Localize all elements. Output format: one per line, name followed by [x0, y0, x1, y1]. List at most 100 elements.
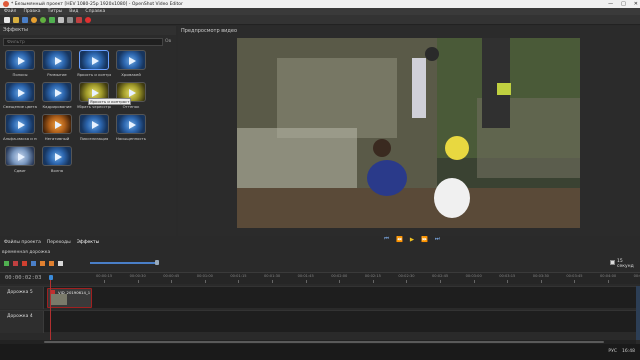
track-name: Дорожка 5	[7, 290, 33, 295]
menu-help[interactable]: Справка	[85, 9, 105, 14]
effect-tile[interactable]: Смещение цвета	[3, 82, 37, 112]
ruler-tick-mark	[406, 280, 408, 283]
export-video-icon[interactable]	[76, 16, 82, 23]
effect-tile[interactable]: Альфа-маска и переходы	[3, 114, 37, 144]
record-icon[interactable]	[85, 16, 91, 23]
ruler-tick-label: 00:03:45	[566, 274, 583, 278]
title-bar: * Безымянный проект [HEV 1080-25р 1920x1…	[0, 0, 640, 8]
bottom-tabs: Файлы проекта Переходы Эффекты	[0, 237, 176, 247]
filter-clear-button[interactable]: Ов	[165, 39, 171, 44]
next-marker-icon[interactable]	[49, 260, 54, 266]
track-row[interactable]: Дорожка 5	[0, 286, 636, 309]
save-project-icon[interactable]	[22, 16, 28, 23]
maximize-button[interactable]: □	[621, 0, 626, 8]
ruler-tick-mark	[238, 280, 240, 283]
effect-tile[interactable]: Насыщенность	[114, 114, 148, 144]
ruler-tick-label: 00:03:15	[499, 274, 516, 278]
effect-thumbnail	[79, 114, 109, 134]
ruler-tick-mark	[507, 280, 509, 283]
scrollbar-thumb[interactable]	[44, 341, 604, 343]
ruler-tick-label: 00:03:00	[465, 274, 482, 278]
track-header[interactable]: Дорожка 4	[0, 311, 44, 333]
minimize-button[interactable]: —	[608, 0, 613, 8]
profile-icon[interactable]	[58, 16, 64, 23]
timeline-vertical-scrollbar[interactable]	[636, 286, 640, 340]
play-icon[interactable]: ▶	[410, 237, 414, 243]
effects-panel-title: Эффекты	[0, 26, 176, 35]
effect-label: Яркость и контраст	[77, 72, 111, 77]
effect-thumbnail	[5, 114, 35, 134]
jump-end-icon[interactable]: ⏭	[435, 236, 440, 243]
playback-controls: ⏮ ⏪ ▶ ⏩ ⏭	[384, 236, 440, 243]
language-indicator[interactable]: РУС	[608, 349, 617, 354]
effect-tile[interactable]: Кадрирование	[40, 82, 74, 112]
ruler-tick-mark	[339, 280, 341, 283]
ruler-tick-mark	[137, 280, 139, 283]
tab-project-files[interactable]: Файлы проекта	[4, 240, 41, 245]
razor-icon[interactable]	[22, 260, 27, 266]
track-row[interactable]: Дорожка 4	[0, 310, 636, 333]
menu-edit[interactable]: Правка	[23, 9, 40, 14]
ruler-tick-label: 00:01:45	[297, 274, 314, 278]
effect-tile[interactable]: Волна	[40, 146, 74, 176]
effect-tile[interactable]: Размытие	[40, 50, 74, 80]
effect-label: Негативный	[44, 136, 70, 141]
zoom-slider[interactable]	[90, 262, 158, 264]
fast-forward-icon[interactable]: ⏩	[421, 237, 428, 243]
effect-tile[interactable]: Хромакей	[114, 50, 148, 80]
import-files-icon[interactable]	[49, 16, 55, 23]
effect-label: Хромакей	[121, 72, 141, 77]
menu-titles[interactable]: Титры	[48, 9, 63, 14]
zoom-checkbox[interactable]	[610, 260, 615, 265]
center-timeline-icon[interactable]	[58, 260, 63, 266]
ruler-tick-label: 00:02:15	[364, 274, 381, 278]
tab-transitions[interactable]: Переходы	[47, 240, 71, 245]
ruler-tick-label: 00:02:45	[432, 274, 449, 278]
effect-label: Размытие	[47, 72, 67, 77]
video-clip[interactable]: VID_20190614_1	[47, 288, 92, 308]
add-track-icon[interactable]	[4, 260, 9, 266]
ruler-tick-label: 00:00:30	[129, 274, 146, 278]
effect-thumbnail	[116, 114, 146, 134]
effect-tile[interactable]: Негативный	[40, 114, 74, 144]
clip-thumbnail	[51, 294, 67, 305]
openshot-logo-icon	[3, 1, 9, 7]
fullscreen-toggle-icon[interactable]	[67, 16, 73, 23]
effect-tooltip: Яркость и контраст	[88, 98, 132, 105]
ruler-tick-label: 00:01:30	[264, 274, 281, 278]
effect-tile[interactable]: Яркость и контраст	[77, 50, 111, 80]
effects-filter-input[interactable]	[3, 38, 163, 46]
effect-label: Полосы	[12, 72, 28, 77]
timecode-display: 00:00:02:03	[5, 275, 42, 281]
menu-file[interactable]: Файл	[4, 9, 16, 14]
effect-thumbnail	[42, 114, 72, 134]
effect-thumbnail	[5, 82, 35, 102]
zoom-slider-handle[interactable]	[155, 260, 159, 265]
taskbar	[0, 344, 640, 360]
open-project-icon[interactable]	[13, 16, 19, 23]
previous-marker-icon[interactable]	[40, 260, 45, 266]
new-project-icon[interactable]	[4, 16, 10, 23]
effect-tile[interactable]: Сдвиг	[3, 146, 37, 176]
add-marker-icon[interactable]	[31, 260, 36, 266]
effect-tile[interactable]: Пикселизация	[77, 114, 111, 144]
rewind-icon[interactable]: ⏪	[396, 237, 403, 243]
ruler-tick-mark	[440, 280, 441, 283]
effect-label: Сдвиг	[14, 168, 26, 173]
menu-view[interactable]: Вид	[69, 9, 78, 14]
jump-start-icon[interactable]: ⏮	[384, 236, 389, 243]
effect-tile[interactable]: Оттенок	[114, 82, 148, 112]
tab-effects[interactable]: Эффекты	[77, 240, 100, 245]
ruler-tick-mark	[608, 280, 609, 283]
snap-icon[interactable]	[13, 260, 18, 266]
redo-icon[interactable]	[40, 16, 46, 23]
ruler-tick-mark	[540, 280, 542, 283]
undo-icon[interactable]	[31, 16, 37, 23]
preview-title: Предпросмотр видео	[181, 28, 238, 34]
effect-label: Кадрирование	[42, 104, 72, 109]
ruler-tick-label: 00:01:00	[196, 274, 213, 278]
track-header[interactable]: Дорожка 5	[0, 287, 44, 309]
effect-tile[interactable]: Убрать чересстрочность	[77, 82, 111, 112]
effect-tile[interactable]: Полосы	[3, 50, 37, 80]
close-button[interactable]: ✕	[634, 0, 638, 8]
